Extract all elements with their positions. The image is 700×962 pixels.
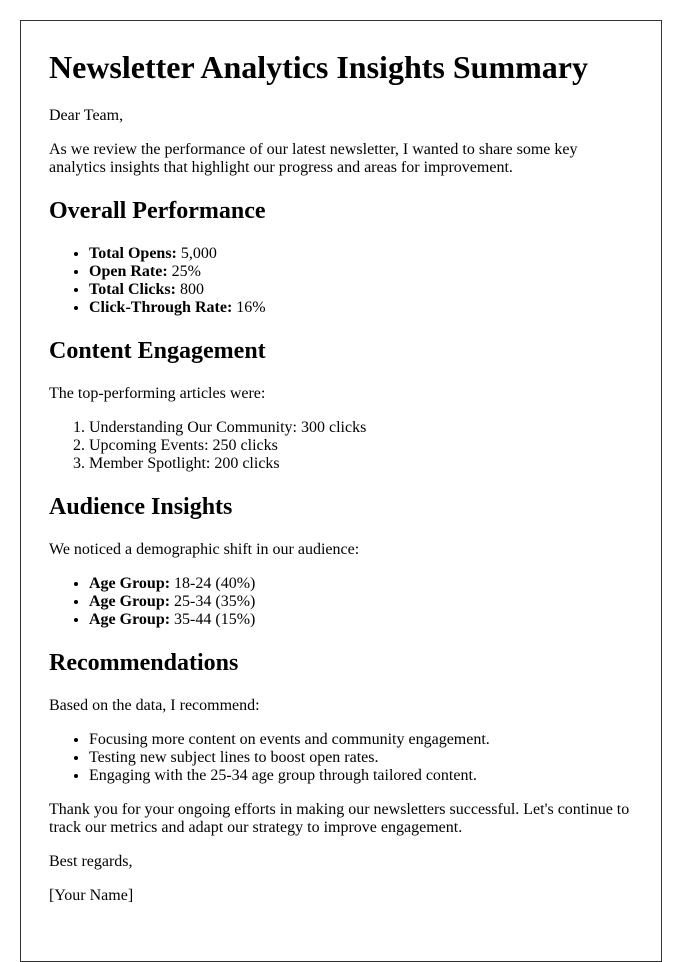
recommendation-item: Engaging with the 25-34 age group throug…	[89, 767, 633, 785]
content-intro: The top-performing articles were:	[49, 385, 266, 402]
recommendations-intro: Based on the data, I recommend:	[49, 697, 260, 714]
audience-intro: We noticed a demographic shift in our au…	[49, 541, 360, 558]
metric-value: 25%	[167, 263, 201, 280]
age-group-value: 18-24 (40%)	[170, 575, 256, 592]
signoff: Best regards,	[49, 853, 133, 870]
age-group-value: 35-44 (15%)	[170, 611, 256, 628]
age-group-item: Age Group: 25-34 (35%)	[89, 593, 633, 611]
page-title: Newsletter Analytics Insights Summary	[49, 49, 588, 85]
recommendation-item: Focusing more content on events and comm…	[89, 731, 633, 749]
section-heading-recommendations: Recommendations	[49, 650, 239, 676]
greeting: Dear Team,	[49, 107, 124, 124]
age-group-item: Age Group: 35-44 (15%)	[89, 611, 633, 629]
age-group-value: 25-34 (35%)	[170, 593, 256, 610]
metric-item: Open Rate: 25%	[89, 263, 633, 281]
age-group-label: Age Group:	[89, 575, 171, 592]
age-group-label: Age Group:	[89, 611, 171, 628]
metric-value: 16%	[232, 299, 266, 316]
article-item: Member Spotlight: 200 clicks	[89, 455, 633, 473]
metric-item: Total Opens: 5,000	[89, 245, 633, 263]
closing-paragraph: Thank you for your ongoing efforts in ma…	[49, 801, 630, 836]
metric-label: Click-Through Rate:	[89, 299, 233, 316]
metrics-list: Total Opens: 5,000 Open Rate: 25% Total …	[49, 245, 633, 317]
recommendation-item: Testing new subject lines to boost open …	[89, 749, 633, 767]
age-group-label: Age Group:	[89, 593, 171, 610]
article-item: Upcoming Events: 250 clicks	[89, 437, 633, 455]
metric-label: Total Opens:	[89, 245, 177, 262]
metric-label: Open Rate:	[89, 263, 168, 280]
signature: [Your Name]	[49, 887, 134, 904]
metric-item: Click-Through Rate: 16%	[89, 299, 633, 317]
section-heading-audience-insights: Audience Insights	[49, 494, 233, 520]
metric-value: 800	[175, 281, 204, 298]
metric-item: Total Clicks: 800	[89, 281, 633, 299]
section-heading-content-engagement: Content Engagement	[49, 338, 266, 364]
article-item: Understanding Our Community: 300 clicks	[89, 419, 633, 437]
articles-list: Understanding Our Community: 300 clicks …	[49, 419, 633, 473]
letter-container: Newsletter Analytics Insights Summary De…	[20, 20, 662, 962]
age-groups-list: Age Group: 18-24 (40%) Age Group: 25-34 …	[49, 575, 633, 629]
metric-value: 5,000	[176, 245, 217, 262]
age-group-item: Age Group: 18-24 (40%)	[89, 575, 633, 593]
intro-paragraph: As we review the performance of our late…	[49, 141, 578, 176]
metric-label: Total Clicks:	[89, 281, 176, 298]
section-heading-overall-performance: Overall Performance	[49, 198, 266, 224]
recommendations-list: Focusing more content on events and comm…	[49, 731, 633, 785]
